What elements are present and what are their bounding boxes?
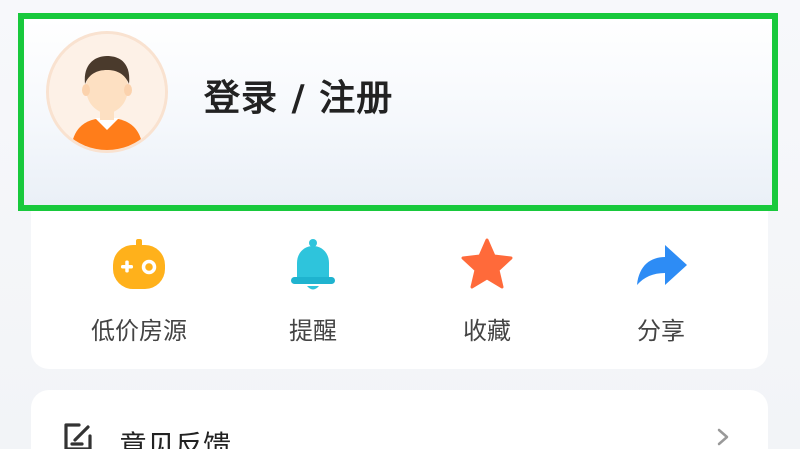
login-register-link[interactable]: 登录 / 注册: [204, 69, 393, 121]
ticket-icon: [109, 235, 169, 295]
profile-header[interactable]: 登录 / 注册: [18, 13, 778, 211]
edit-note-icon: [64, 423, 92, 449]
action-reminder[interactable]: 提醒: [233, 235, 393, 346]
bell-icon: [283, 235, 343, 295]
share-arrow-icon: [631, 235, 691, 295]
feedback-label: 意见反馈: [119, 429, 232, 449]
profile-page: 登录 / 注册 低价房源 提醒 收藏 分享 意见反馈: [0, 0, 800, 449]
action-favorites[interactable]: 收藏: [407, 235, 567, 346]
quick-actions-card: 低价房源 提醒 收藏 分享: [31, 211, 768, 369]
action-label: 低价房源: [91, 317, 187, 345]
action-low-price-listings[interactable]: 低价房源: [59, 235, 219, 346]
chevron-right-icon: [717, 428, 729, 446]
action-share[interactable]: 分享: [581, 235, 741, 346]
action-label: 提醒: [289, 317, 337, 345]
action-label: 收藏: [463, 317, 511, 345]
feedback-row[interactable]: 意见反馈: [31, 390, 768, 449]
avatar[interactable]: [46, 31, 168, 153]
action-label: 分享: [637, 317, 685, 345]
avatar-illustration-icon: [49, 34, 165, 150]
star-icon: [457, 235, 517, 295]
